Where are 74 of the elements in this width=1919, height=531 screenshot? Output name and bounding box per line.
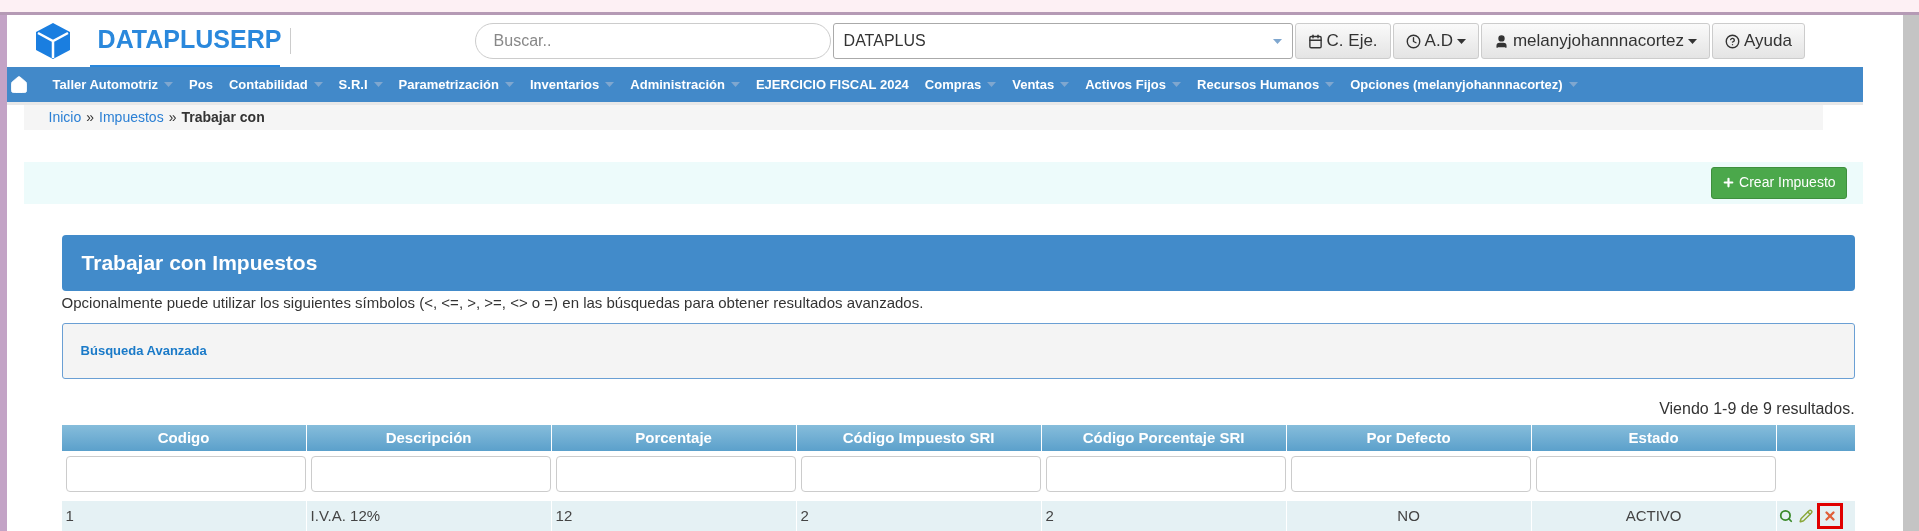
column-header[interactable]: Porcentaje <box>551 425 797 451</box>
plus-icon <box>1722 176 1736 190</box>
filter-field[interactable] <box>555 456 796 492</box>
column-header[interactable]: Por Defecto <box>1286 425 1532 451</box>
results-summary: Viendo 1-9 de 9 resultados. <box>1659 399 1855 419</box>
caret-icon <box>1172 82 1182 87</box>
filter-field[interactable] <box>65 456 306 492</box>
caret-icon <box>730 82 740 87</box>
panel-header: Trabajar con Impuestos <box>61 235 1855 291</box>
menu-item[interactable]: Pos <box>181 67 221 102</box>
pencil-icon[interactable] <box>1798 509 1813 523</box>
calendar-button[interactable]: C. Eje. <box>1294 23 1391 59</box>
clock-icon <box>1405 33 1421 49</box>
hint-text: Opcionalmente puede utilizar los siguientes símbolos (<, <=, >, >=, <> o =) en las búsquedas para obtener resultados avanzados. <box>61 292 925 313</box>
menu-item[interactable]: Contabilidad <box>220 67 331 102</box>
filter-field[interactable] <box>1045 456 1286 492</box>
column-header[interactable]: Descripción <box>306 425 552 451</box>
table-cell: ACTIVO <box>1531 501 1777 531</box>
caret-icon <box>605 82 615 87</box>
table-cell: I.V.A. 12% <box>306 501 552 531</box>
advanced-search-link[interactable]: Búsqueda Avanzada <box>80 341 207 361</box>
caret-icon <box>1060 82 1070 87</box>
menu-item[interactable]: Recursos Humanos <box>1189 67 1343 102</box>
table-cell: 12 <box>551 501 797 531</box>
menu-item[interactable]: Inventarios <box>521 67 623 102</box>
menu-item[interactable]: Administración <box>622 67 748 102</box>
menu-item[interactable]: Compras <box>916 67 1005 102</box>
caret-icon <box>313 82 323 87</box>
search-field[interactable]: Buscar.. <box>474 23 831 59</box>
company-select[interactable]: DATAPLUS <box>832 23 1293 59</box>
menu-item[interactable]: Opciones (melanyjohannnacortez) <box>1342 67 1586 102</box>
column-header[interactable]: Codigo <box>61 425 307 451</box>
table-cell: 2 <box>1041 501 1287 531</box>
table-cell: 2 <box>796 501 1042 531</box>
column-header[interactable]: Código Porcentaje SRI <box>1041 425 1287 451</box>
caret-icon <box>164 82 174 87</box>
filter-field[interactable] <box>310 456 551 492</box>
caret-icon <box>504 82 514 87</box>
caret-icon <box>1568 82 1578 87</box>
user-icon <box>1493 33 1509 49</box>
menu-item[interactable]: Ventas <box>1004 67 1078 102</box>
table-cell: NO <box>1286 501 1532 531</box>
caret-icon <box>987 82 997 87</box>
filter-field[interactable] <box>800 456 1041 492</box>
home-icon[interactable] <box>8 74 29 95</box>
user-button[interactable]: melanyjohannnacortez <box>1480 23 1710 59</box>
breadcrumb-link[interactable]: Impuestos <box>99 106 164 128</box>
caret-icon <box>1272 38 1282 44</box>
menu-item[interactable]: Parametrización <box>390 67 522 102</box>
caret-icon <box>1456 38 1466 44</box>
table-cell: 1 <box>61 501 307 531</box>
caret-icon <box>373 82 383 87</box>
cube-logo-icon <box>33 22 72 60</box>
breadcrumb-separator: » <box>168 107 177 127</box>
breadcrumb-current: Trabajar con <box>181 107 265 127</box>
column-header[interactable]: Código Impuesto SRI <box>796 425 1042 451</box>
caret-icon <box>1325 82 1335 87</box>
breadcrumb-link[interactable]: Inicio <box>48 106 82 128</box>
clock-button[interactable]: A.D <box>1392 23 1479 59</box>
column-header[interactable]: Estado <box>1531 425 1777 451</box>
breadcrumb-separator: » <box>86 107 95 127</box>
delete-icon[interactable] <box>1822 509 1837 523</box>
caret-icon <box>1688 38 1697 44</box>
filter-field[interactable] <box>1290 456 1531 492</box>
magnifier-icon[interactable] <box>1778 509 1793 523</box>
menu-item[interactable]: Taller Automotriz <box>44 67 182 102</box>
create-button[interactable]: Crear Impuesto <box>1711 166 1847 199</box>
menu-item[interactable]: Activos Fijos <box>1077 67 1190 102</box>
help-icon <box>1725 33 1740 49</box>
filter-field[interactable] <box>1535 456 1776 492</box>
help-button[interactable]: Ayuda <box>1712 23 1805 59</box>
menu-item[interactable]: EJERCICIO FISCAL 2024 <box>747 67 917 102</box>
menu-item[interactable]: S.R.I <box>330 67 391 102</box>
calendar-icon <box>1307 33 1323 49</box>
